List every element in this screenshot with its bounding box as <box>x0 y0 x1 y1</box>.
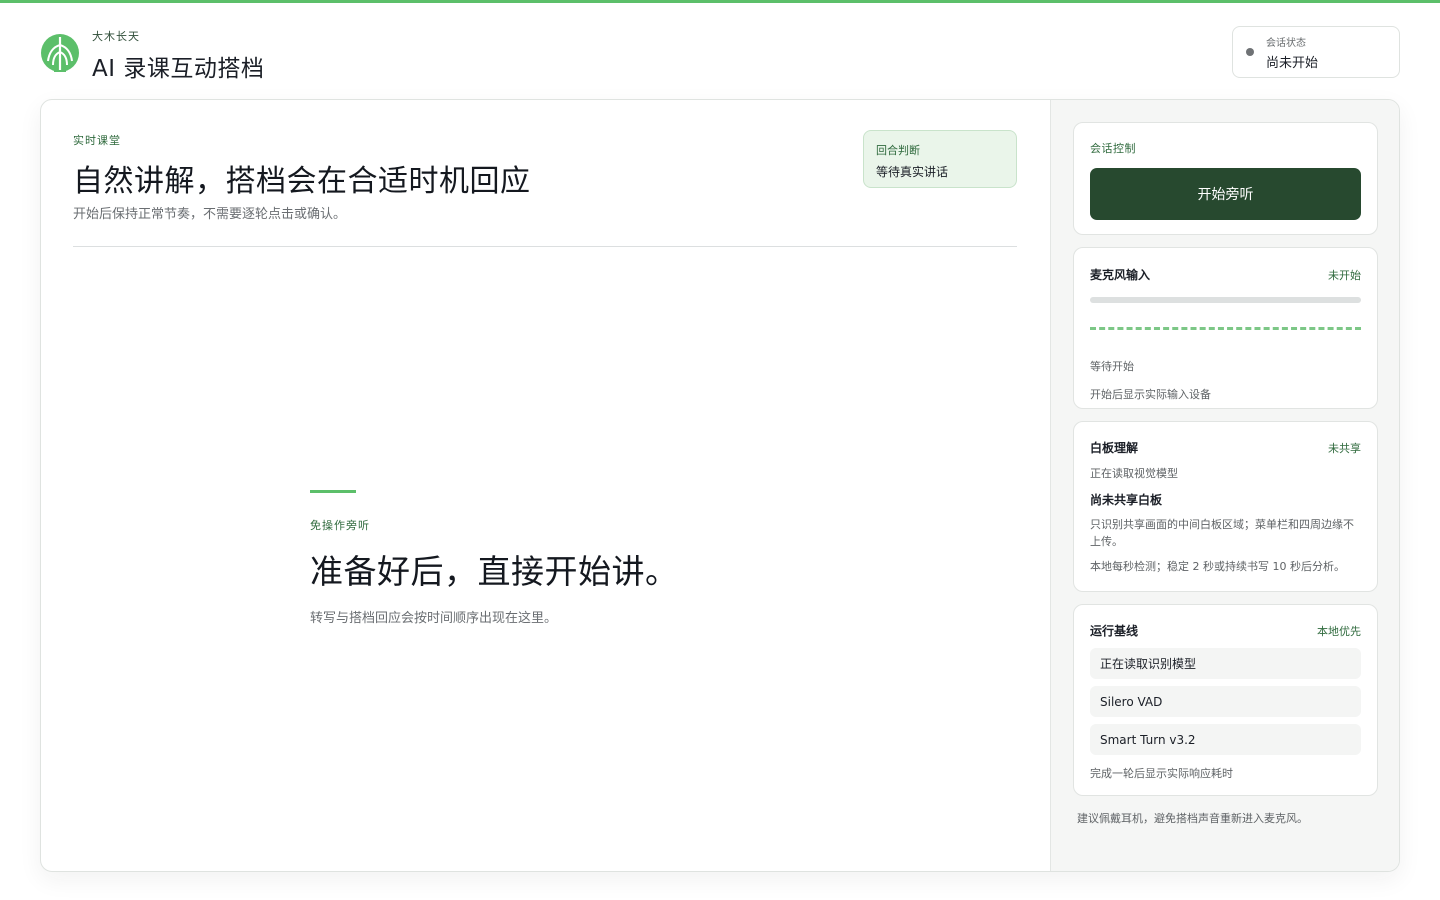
sidebar: 会话控制 开始旁听 麦克风输入 未开始 等待开始 开始后显示实际输入设备 白板理… <box>1050 100 1399 871</box>
empty-title: 准备好后，直接开始讲。 <box>310 552 679 591</box>
baseline-tag: 本地优先 <box>1317 624 1361 638</box>
session-control-card: 会话控制 开始旁听 <box>1073 122 1378 235</box>
empty-description: 转写与搭档回应会按时间顺序出现在这里。 <box>310 611 558 626</box>
whiteboard-scope-note: 只识别共享画面的中间白板区域；菜单栏和四周边缘不上传。 <box>1090 518 1354 548</box>
whiteboard-title: 白板理解 <box>1090 441 1139 455</box>
lesson-title: 自然讲解，搭档会在合适时机回应 <box>73 164 531 199</box>
baseline-title: 运行基线 <box>1090 624 1139 638</box>
status-dot-icon <box>1246 48 1254 56</box>
model-row: Silero VAD <box>1090 686 1361 717</box>
classroom-panel: 实时课堂 自然讲解，搭档会在合适时机回应 开始后保持正常节奏，不需要逐轮点击或确… <box>41 100 1050 871</box>
turn-value: 等待真实讲话 <box>876 165 949 179</box>
top-accent-bar <box>0 0 1440 3</box>
mic-level-meter <box>1090 297 1361 303</box>
start-listening-button[interactable]: 开始旁听 <box>1090 168 1361 220</box>
divider <box>73 246 1017 247</box>
empty-eyebrow: 免操作旁听 <box>310 519 370 532</box>
main-panel: 实时课堂 自然讲解，搭档会在合适时机回应 开始后保持正常节奏，不需要逐轮点击或确… <box>40 99 1400 872</box>
runtime-baseline-card: 运行基线 本地优先 正在读取识别模型 Silero VAD Smart Turn… <box>1073 604 1378 796</box>
lesson-description: 开始后保持正常节奏，不需要逐轮点击或确认。 <box>73 207 347 222</box>
model-row: Smart Turn v3.2 <box>1090 724 1361 755</box>
leaf-tree-icon <box>41 33 79 77</box>
session-status: 会话状态 尚未开始 <box>1232 26 1400 78</box>
mic-input-card: 麦克风输入 未开始 等待开始 开始后显示实际输入设备 <box>1073 247 1378 409</box>
empty-accent-bar <box>310 490 356 493</box>
waveform-placeholder <box>1090 327 1361 330</box>
whiteboard-status-tag: 未共享 <box>1328 441 1361 455</box>
app-title: AI 录课互动搭档 <box>92 56 265 82</box>
headphone-tip: 建议佩戴耳机，避免搭档声音重新进入麦克风。 <box>1077 812 1308 825</box>
turn-detection-badge: 回合判断 等待真实讲话 <box>863 130 1017 188</box>
whiteboard-card: 白板理解 未共享 正在读取视觉模型 尚未共享白板 只识别共享画面的中间白板区域；… <box>1073 421 1378 592</box>
brand-subtitle: 大木长天 <box>92 30 140 43</box>
baseline-footer: 完成一轮后显示实际响应耗时 <box>1090 767 1233 780</box>
vision-model-status: 正在读取视觉模型 <box>1090 467 1178 480</box>
lesson-eyebrow: 实时课堂 <box>73 134 121 147</box>
control-title: 会话控制 <box>1090 142 1136 155</box>
turn-label: 回合判断 <box>876 144 920 157</box>
mic-status-text: 等待开始 <box>1090 360 1134 373</box>
status-label: 会话状态 <box>1266 37 1306 49</box>
whiteboard-detect-note: 本地每秒检测；稳定 2 秒或持续书写 10 秒后分析。 <box>1090 560 1345 573</box>
model-row: 正在读取识别模型 <box>1090 648 1361 679</box>
mic-title: 麦克风输入 <box>1090 268 1151 282</box>
status-value: 尚未开始 <box>1266 55 1319 71</box>
whiteboard-state: 尚未共享白板 <box>1090 493 1163 507</box>
mic-status-tag: 未开始 <box>1328 268 1361 282</box>
brand: 大木长天 AI 录课互动搭档 <box>40 28 264 83</box>
mic-hint: 开始后显示实际输入设备 <box>1090 388 1211 401</box>
empty-state: 免操作旁听 准备好后，直接开始讲。 转写与搭档回应会按时间顺序出现在这里。 <box>310 490 679 626</box>
